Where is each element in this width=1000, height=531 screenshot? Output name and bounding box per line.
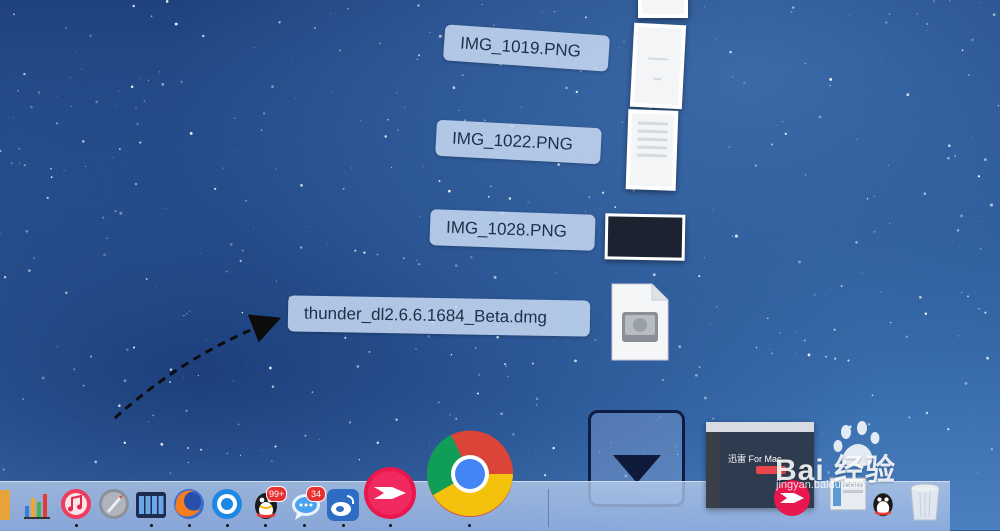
dark-screenshot-thumb[interactable] <box>604 213 686 261</box>
weibo-icon[interactable] <box>326 488 360 522</box>
notification-badge: 34 <box>306 486 326 502</box>
qq-minimized-icon[interactable] <box>868 486 898 520</box>
notification-badge: 99+ <box>266 486 288 502</box>
running-indicator <box>389 524 392 527</box>
trash-icon[interactable] <box>908 482 942 522</box>
numbers-icon[interactable] <box>22 488 54 520</box>
running-indicator <box>468 524 471 527</box>
triangle-down-icon <box>612 455 661 483</box>
stack-thumb-partial[interactable] <box>638 0 688 18</box>
disk-image-icon[interactable] <box>610 282 670 362</box>
launchpad-icon[interactable] <box>97 487 131 521</box>
file-label[interactable]: IMG_1028.PNG <box>429 209 596 251</box>
phone-screenshot-light-thumb[interactable] <box>629 22 687 110</box>
partial-app-icon[interactable] <box>0 488 12 522</box>
firefox-icon[interactable] <box>172 487 206 521</box>
running-indicator <box>303 524 306 527</box>
dock-separator <box>548 489 549 527</box>
running-indicator <box>188 524 191 527</box>
skitch-icon[interactable] <box>362 465 418 521</box>
window-thumb-title: 迅雷 For Mac <box>728 454 782 464</box>
running-indicator <box>150 524 153 527</box>
running-indicator <box>226 524 229 527</box>
cloud-app-icon[interactable] <box>210 487 244 521</box>
itunes-icon[interactable] <box>59 487 93 521</box>
watermark-url: jingyan.baidu.com <box>776 479 865 491</box>
mission-control-icon[interactable] <box>135 490 167 520</box>
running-indicator <box>75 524 78 527</box>
file-label[interactable]: thunder_dl2.6.6.1684_Beta.dmg <box>287 295 591 337</box>
phone-screenshot-settings-thumb[interactable] <box>625 109 679 191</box>
running-indicator <box>264 524 267 527</box>
chrome-icon[interactable] <box>425 429 515 519</box>
running-indicator <box>342 524 345 527</box>
